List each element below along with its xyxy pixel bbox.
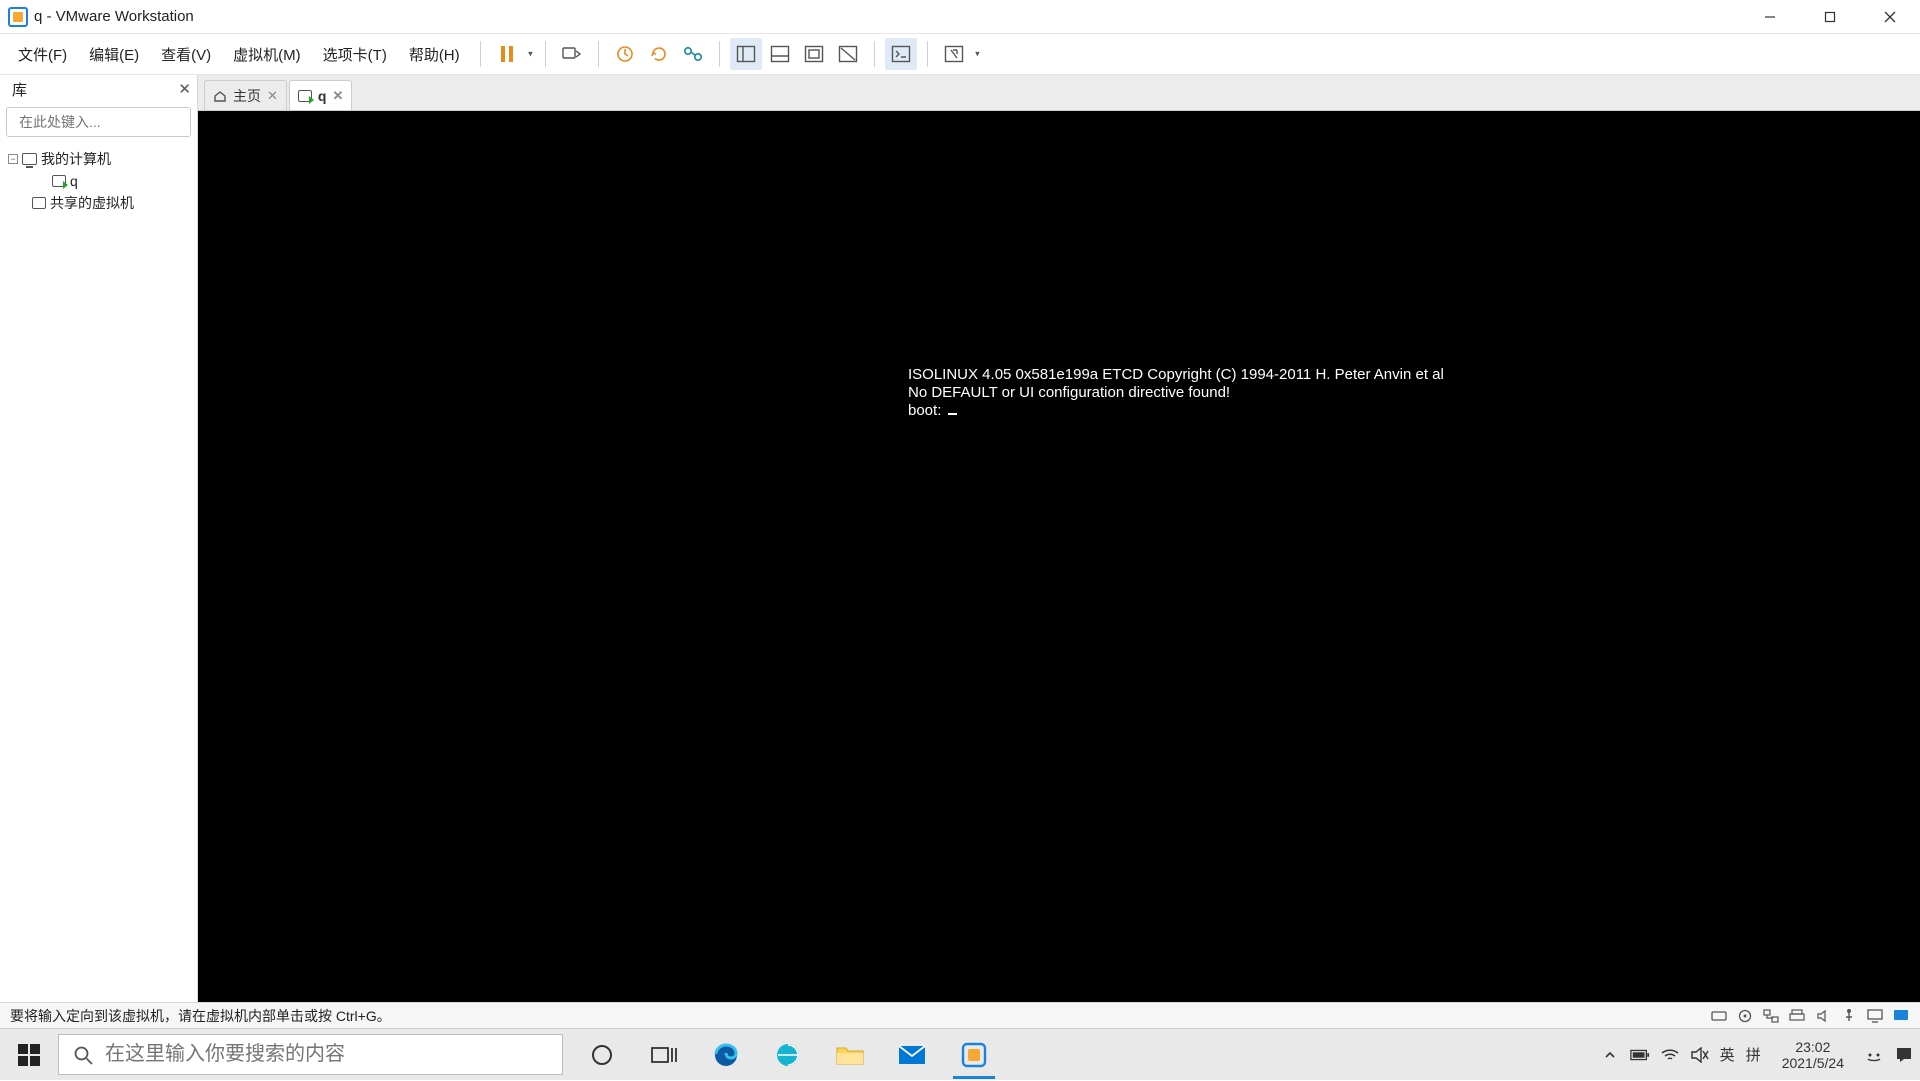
snapshot-take-button[interactable] xyxy=(609,38,641,70)
window-title: q - VMware Workstation xyxy=(34,8,194,25)
tree-node-my-computer[interactable]: − 我的计算机 xyxy=(4,147,193,171)
computer-icon xyxy=(22,153,37,165)
statusbar: 要将输入定向到该虚拟机，请在虚拟机内部单击或按 Ctrl+G。 xyxy=(0,1002,1920,1028)
sidebar-title: 库 xyxy=(12,79,27,100)
windows-taskbar: 英 拼 23:02 2021/5/24 xyxy=(0,1028,1920,1080)
start-button[interactable] xyxy=(0,1029,58,1081)
show-thumbnail-button[interactable] xyxy=(764,38,796,70)
taskbar-app-vmware[interactable] xyxy=(945,1029,1003,1081)
tab-close-button[interactable]: ✕ xyxy=(332,88,343,104)
toolbar-separator xyxy=(480,41,481,67)
show-library-button[interactable] xyxy=(730,38,762,70)
tray-ime-mode[interactable]: 拼 xyxy=(1746,1044,1762,1065)
menu-view[interactable]: 查看(V) xyxy=(151,40,221,69)
stretch-guest-button[interactable] xyxy=(798,38,830,70)
tray-ime-panel-icon[interactable] xyxy=(1864,1045,1884,1065)
tray-battery-icon[interactable] xyxy=(1630,1045,1650,1065)
tray-notifications-button[interactable] xyxy=(1894,1045,1914,1065)
sidebar-search[interactable]: ▼ xyxy=(6,107,191,137)
status-sound-icon[interactable] xyxy=(1814,1008,1832,1024)
tree-label: 共享的虚拟机 xyxy=(50,193,134,213)
minimize-button[interactable] xyxy=(1740,0,1800,34)
free-stretch-button[interactable] xyxy=(832,38,864,70)
tray-ime-lang[interactable]: 英 xyxy=(1720,1044,1736,1065)
toolbar-separator xyxy=(545,41,546,67)
tab-label: 主页 xyxy=(233,86,261,106)
menu-help[interactable]: 帮助(H) xyxy=(399,40,470,69)
content-area: 主页 ✕ q ✕ ISOLINUX 4.05 0x581e199a ETCD C… xyxy=(198,75,1920,1002)
pause-dropdown-icon[interactable]: ▾ xyxy=(528,49,533,60)
vm-console[interactable]: ISOLINUX 4.05 0x581e199a ETCD Copyright … xyxy=(198,111,1920,1002)
menu-vm[interactable]: 虚拟机(M) xyxy=(223,40,311,69)
tray-wifi-icon[interactable] xyxy=(1660,1045,1680,1065)
home-icon xyxy=(213,89,227,103)
clock-time: 23:02 xyxy=(1795,1039,1830,1055)
cortana-button[interactable] xyxy=(573,1029,631,1081)
tree-node-vm-q[interactable]: q xyxy=(4,171,193,191)
pause-button[interactable]: ▾ xyxy=(491,38,523,70)
fullscreen-dropdown-icon[interactable]: ▾ xyxy=(975,49,980,60)
tab-label: q xyxy=(318,88,327,104)
snapshot-manager-button[interactable] xyxy=(677,38,709,70)
menu-file[interactable]: 文件(F) xyxy=(8,40,77,69)
toolbar-separator xyxy=(927,41,928,67)
status-display-icon[interactable] xyxy=(1866,1008,1884,1024)
titlebar: q - VMware Workstation xyxy=(0,0,1920,34)
sidebar-search-input[interactable] xyxy=(19,114,200,130)
system-tray: 英 拼 23:02 2021/5/24 xyxy=(1594,1029,1920,1080)
vmware-window: q - VMware Workstation 文件(F) 编辑(E) 查看(V)… xyxy=(0,0,1920,1028)
tray-overflow-button[interactable] xyxy=(1600,1045,1620,1065)
taskview-button[interactable] xyxy=(635,1029,693,1081)
tabstrip: 主页 ✕ q ✕ xyxy=(198,75,1920,111)
status-cd-icon[interactable] xyxy=(1736,1008,1754,1024)
tree-label: 我的计算机 xyxy=(41,149,111,169)
toolbar-separator xyxy=(719,41,720,67)
close-button[interactable] xyxy=(1860,0,1920,34)
status-hint: 要将输入定向到该虚拟机，请在虚拟机内部单击或按 Ctrl+G。 xyxy=(10,1006,391,1026)
status-network-icon[interactable] xyxy=(1762,1008,1780,1024)
search-icon xyxy=(73,1045,93,1065)
fullscreen-button[interactable]: ▾ xyxy=(938,38,970,70)
library-sidebar: 库 ✕ ▼ − 我的计算机 q 共享的虚 xyxy=(0,75,198,1002)
console-text: ISOLINUX 4.05 0x581e199a ETCD Copyright … xyxy=(908,366,1444,420)
toolbar-separator xyxy=(598,41,599,67)
vm-running-icon xyxy=(52,175,66,187)
tab-vm-q[interactable]: q ✕ xyxy=(289,80,352,110)
collapse-icon[interactable]: − xyxy=(8,154,18,164)
console-view-button[interactable] xyxy=(885,38,917,70)
status-message-icon[interactable] xyxy=(1892,1008,1910,1024)
shared-vm-icon xyxy=(32,197,46,209)
tab-home[interactable]: 主页 ✕ xyxy=(204,80,287,110)
text-cursor xyxy=(948,413,957,415)
tray-clock[interactable]: 23:02 2021/5/24 xyxy=(1772,1039,1854,1071)
maximize-button[interactable] xyxy=(1800,0,1860,34)
taskbar-app-explorer[interactable] xyxy=(821,1029,879,1081)
status-disk-icon[interactable] xyxy=(1710,1008,1728,1024)
menu-tabs[interactable]: 选项卡(T) xyxy=(313,40,397,69)
vmware-app-icon xyxy=(8,7,28,27)
snapshot-revert-button[interactable] xyxy=(643,38,675,70)
clock-date: 2021/5/24 xyxy=(1782,1055,1844,1071)
toolbar-separator xyxy=(874,41,875,67)
sidebar-close-button[interactable]: ✕ xyxy=(178,80,191,98)
taskbar-search-input[interactable] xyxy=(105,1043,548,1066)
tree-node-shared-vms[interactable]: 共享的虚拟机 xyxy=(4,191,193,215)
menubar: 文件(F) 编辑(E) 查看(V) 虚拟机(M) 选项卡(T) 帮助(H) ▾ xyxy=(0,34,1920,75)
tree-label: q xyxy=(70,173,78,189)
menu-edit[interactable]: 编辑(E) xyxy=(79,40,149,69)
tray-volume-icon[interactable] xyxy=(1690,1045,1710,1065)
windows-logo-icon xyxy=(18,1044,40,1066)
status-usb-icon[interactable] xyxy=(1840,1008,1858,1024)
library-tree: − 我的计算机 q 共享的虚拟机 xyxy=(0,143,197,1002)
taskbar-app-mail[interactable] xyxy=(883,1029,941,1081)
send-ctrl-alt-del-button[interactable] xyxy=(556,38,588,70)
tab-close-button[interactable]: ✕ xyxy=(267,88,278,104)
status-printer-icon[interactable] xyxy=(1788,1008,1806,1024)
taskbar-app-edge[interactable] xyxy=(697,1029,755,1081)
taskbar-search[interactable] xyxy=(58,1034,563,1075)
vm-running-icon xyxy=(298,90,312,102)
taskbar-app-browser[interactable] xyxy=(759,1029,817,1081)
